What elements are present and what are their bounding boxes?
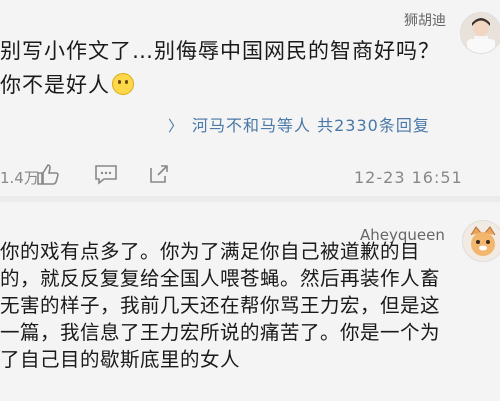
replies-link[interactable]: 〉河马不和马等人 共2330条回复 — [168, 112, 430, 136]
share-icon — [150, 165, 168, 183]
share-button[interactable] — [148, 163, 170, 185]
like-button[interactable] — [36, 163, 60, 185]
like-count: 1.4万 — [0, 169, 39, 187]
comment-text: 别写小作文了…别侮辱中国网民的智商好吗？你不是好人 — [0, 34, 456, 102]
comment-icon — [95, 165, 117, 185]
like-count-button[interactable]: 1.4万 — [0, 167, 39, 188]
thumbs-up-icon — [37, 164, 59, 185]
comment-button[interactable] — [94, 163, 118, 185]
chevron-right-icon: 〉 — [168, 117, 185, 135]
comment-card-1: 狮胡迪 别写小作文了…别侮辱中国网民的智商好吗？你不是好人 〉河马不和马等人 共… — [0, 0, 500, 180]
username[interactable]: 狮胡迪 — [404, 10, 446, 30]
avatar-2[interactable] — [462, 220, 500, 262]
timestamp: 12-23 16:51 — [354, 168, 463, 187]
avatar[interactable] — [460, 12, 500, 54]
replies-label: 河马不和马等人 共2330条回复 — [192, 116, 430, 135]
comment-text-2: 你的戏有点多了。你为了满足你自己被道歉的目的，就反反复复给全国人喂苍蝇。然后再装… — [0, 240, 441, 371]
smile-emoji-icon — [112, 73, 134, 95]
divider — [0, 196, 500, 202]
comment-text-body: 别写小作文了…别侮辱中国网民的智商好吗？你不是好人 — [0, 39, 440, 97]
